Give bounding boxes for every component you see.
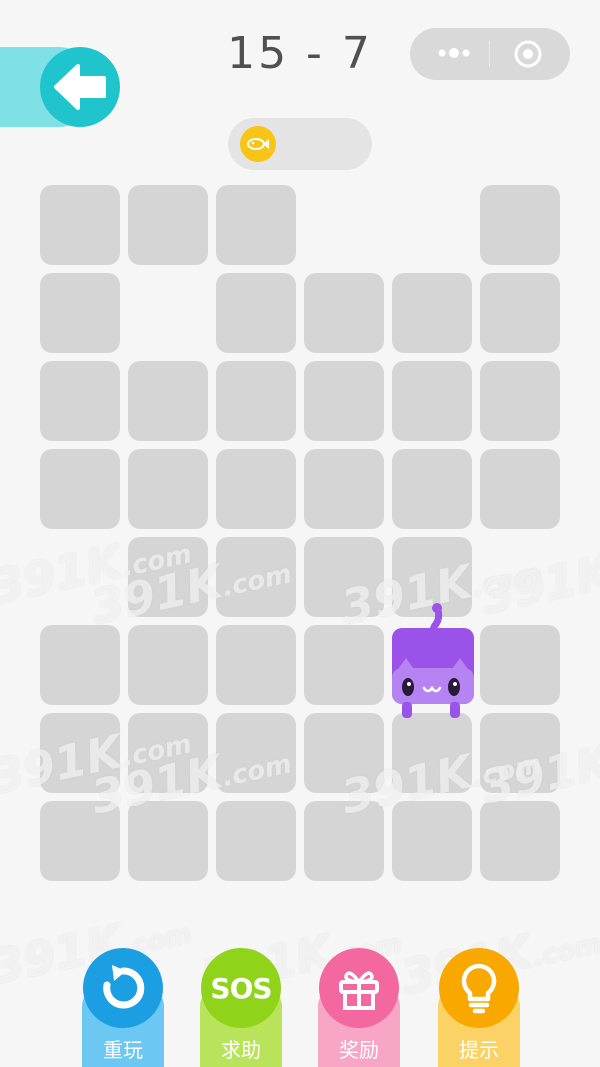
board-tile[interactable]: [216, 273, 296, 353]
board-tile[interactable]: [40, 185, 120, 265]
board-tile[interactable]: [480, 713, 560, 793]
board-tile[interactable]: [40, 713, 120, 793]
board-tile[interactable]: [304, 625, 384, 705]
board-tile[interactable]: [480, 625, 560, 705]
board-tile[interactable]: [304, 801, 384, 881]
puzzle-board: [0, 0, 600, 1067]
gift-icon: [319, 948, 399, 1028]
board-tile[interactable]: [216, 625, 296, 705]
board-tile[interactable]: [40, 273, 120, 353]
board-tile[interactable]: [480, 185, 560, 265]
board-tile[interactable]: [480, 273, 560, 353]
board-tile[interactable]: [216, 449, 296, 529]
board-tile[interactable]: [392, 361, 472, 441]
board-tile[interactable]: [128, 713, 208, 793]
board-tile[interactable]: [304, 361, 384, 441]
board-tile[interactable]: [40, 625, 120, 705]
reward-label: 奖励: [339, 1038, 379, 1062]
board-tile[interactable]: [480, 361, 560, 441]
restart-icon: [83, 948, 163, 1028]
hint-label: 提示: [459, 1038, 499, 1062]
board-tile[interactable]: [216, 185, 296, 265]
board-tile[interactable]: [392, 713, 472, 793]
board-tile[interactable]: [40, 449, 120, 529]
board-tile[interactable]: [480, 801, 560, 881]
board-tile[interactable]: [392, 801, 472, 881]
restart-label: 重玩: [103, 1038, 143, 1062]
restart-button[interactable]: 重玩: [82, 948, 164, 1067]
board-tile[interactable]: [128, 449, 208, 529]
hint-button[interactable]: 提示: [438, 948, 520, 1067]
sos-icon: SOS: [201, 948, 281, 1028]
board-tile[interactable]: [128, 801, 208, 881]
board-tile[interactable]: [392, 273, 472, 353]
board-tile[interactable]: [392, 449, 472, 529]
board-tile[interactable]: [40, 361, 120, 441]
board-tile[interactable]: [216, 713, 296, 793]
board-tile[interactable]: [216, 537, 296, 617]
board-tile[interactable]: [128, 185, 208, 265]
lightbulb-icon: [439, 948, 519, 1028]
board-tile[interactable]: [128, 361, 208, 441]
board-tile[interactable]: [304, 537, 384, 617]
board-tile[interactable]: [128, 625, 208, 705]
board-tile[interactable]: [304, 713, 384, 793]
board-tile[interactable]: [40, 801, 120, 881]
sos-button[interactable]: SOS 求助: [200, 948, 282, 1067]
board-tile[interactable]: [216, 801, 296, 881]
board-tile[interactable]: [128, 537, 208, 617]
board-tile[interactable]: [304, 449, 384, 529]
reward-button[interactable]: 奖励: [318, 948, 400, 1067]
sos-icon-text: SOS: [210, 971, 272, 1005]
cat-character[interactable]: [392, 602, 474, 720]
board-tile[interactable]: [216, 361, 296, 441]
board-tile[interactable]: [304, 273, 384, 353]
board-tile[interactable]: [480, 449, 560, 529]
sos-label: 求助: [221, 1038, 261, 1062]
